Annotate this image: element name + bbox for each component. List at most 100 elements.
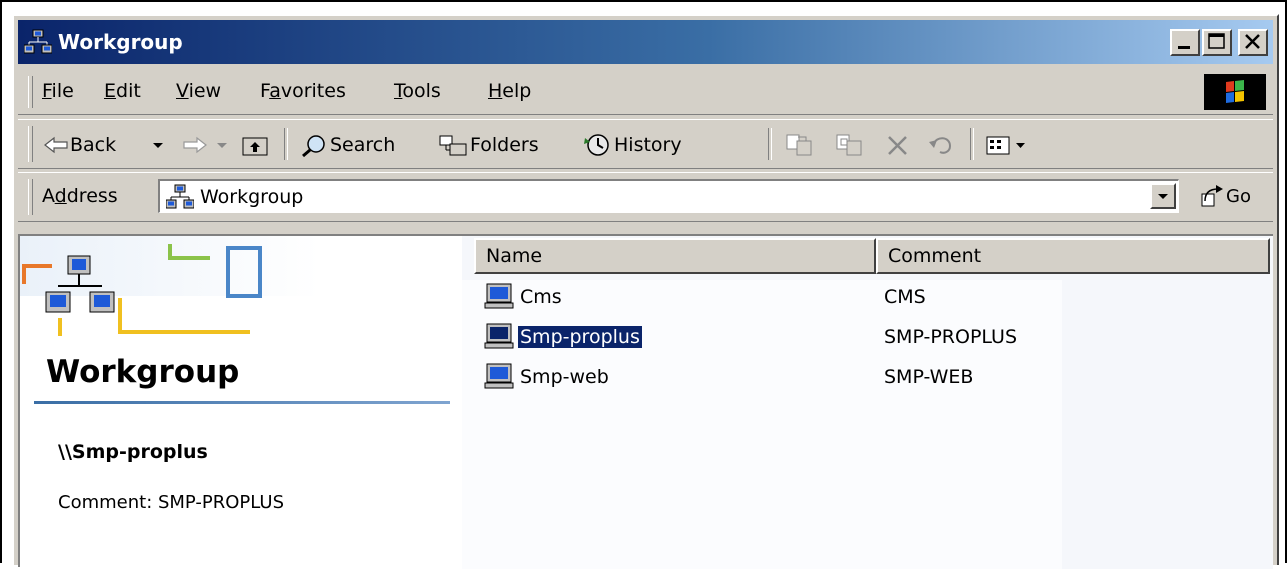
item-comment: SMP-PROPLUS <box>884 326 1018 348</box>
address-label-accel: d <box>54 185 67 207</box>
folder-title: Workgroup <box>46 354 240 390</box>
column-header-comment[interactable]: Comment <box>876 238 1270 274</box>
go-button[interactable]: Go <box>1196 183 1251 209</box>
close-icon <box>1245 34 1260 49</box>
maximize-icon <box>1208 33 1225 49</box>
menu-file[interactable]: File <box>42 80 74 102</box>
back-label: Back <box>70 134 117 156</box>
address-bar: Address Workgroup Go <box>18 172 1273 222</box>
menu-help[interactable]: Help <box>488 80 531 102</box>
selected-item-path: \\Smp-proplus <box>58 441 208 463</box>
toolbar-separator <box>768 128 772 160</box>
explorer-window: Workgroup File Edit View Favorites Tools… <box>12 14 1279 569</box>
menu-file-label: ile <box>51 80 74 102</box>
standard-toolbar: Back Search Folders History <box>18 119 1273 169</box>
file-list[interactable]: Name Comment Cms CMS Smp-proplus SMP-PRO… <box>462 236 1273 569</box>
network-workgroup-icon <box>166 184 194 209</box>
menu-edit-label: dit <box>116 80 141 102</box>
folder-up-icon <box>242 137 268 156</box>
history-button[interactable]: History <box>582 130 682 160</box>
menu-edit-accel: E <box>104 80 117 102</box>
menu-help-accel: H <box>488 80 503 102</box>
move-to-icon <box>786 134 812 156</box>
search-button[interactable]: Search <box>300 130 395 160</box>
views-button[interactable] <box>984 130 1028 160</box>
history-clock-icon <box>584 134 609 156</box>
list-item-selected[interactable]: Smp-proplus SMP-PROPLUS <box>484 320 1264 356</box>
folders-icon <box>439 135 467 156</box>
item-comment: CMS <box>884 286 926 308</box>
toolbar-grip[interactable] <box>28 126 33 162</box>
menu-bar-grip[interactable] <box>28 76 33 108</box>
address-label: Address <box>42 185 118 207</box>
item-name: Smp-web <box>520 366 609 388</box>
chevron-down-icon <box>1158 194 1168 199</box>
column-header-name[interactable]: Name <box>474 238 876 274</box>
undo-icon <box>929 137 952 154</box>
computer-icon <box>484 283 514 309</box>
folders-label: Folders <box>470 134 539 156</box>
screenshot-frame: Workgroup File Edit View Favorites Tools… <box>0 0 1287 569</box>
back-dropdown[interactable] <box>150 130 166 160</box>
menu-favorites-accel: a <box>269 80 281 102</box>
list-item[interactable]: Cms CMS <box>484 280 1264 316</box>
forward-button[interactable] <box>180 130 210 160</box>
computer-icon <box>484 363 514 389</box>
chevron-down-icon <box>217 143 227 148</box>
title-bar[interactable]: Workgroup <box>18 20 1273 64</box>
menu-tools[interactable]: Tools <box>394 80 441 102</box>
menu-edit[interactable]: Edit <box>104 80 141 102</box>
selected-path-name: Smp-proplus <box>71 441 208 463</box>
menu-favorites-pre: F <box>260 80 270 102</box>
address-bar-grip[interactable] <box>28 179 33 215</box>
chevron-down-icon <box>153 143 163 148</box>
menu-view[interactable]: View <box>176 80 221 102</box>
forward-arrow-icon <box>183 136 207 154</box>
up-folder-button[interactable] <box>240 130 270 160</box>
folders-button[interactable]: Folders <box>438 130 539 160</box>
search-label: Search <box>330 134 396 156</box>
minimize-icon <box>1178 46 1190 49</box>
details-pane: Workgroup \\Smp-proplus Comment: SMP-PRO… <box>20 236 460 569</box>
windows-logo <box>1204 74 1266 110</box>
delete-button[interactable] <box>884 130 912 160</box>
close-button[interactable] <box>1238 29 1268 56</box>
forward-dropdown[interactable] <box>214 130 230 160</box>
maximize-button[interactable] <box>1202 29 1232 56</box>
minimize-button[interactable] <box>1170 29 1200 56</box>
move-to-button[interactable] <box>784 130 816 160</box>
address-label-rest: dress <box>66 185 118 207</box>
menu-favorites-label: vorites <box>280 80 346 102</box>
copy-to-button[interactable] <box>834 130 866 160</box>
address-dropdown-button[interactable] <box>1150 183 1176 209</box>
item-name: Cms <box>520 286 562 308</box>
menu-file-accel: F <box>42 80 52 102</box>
item-name: Smp-proplus <box>518 326 642 348</box>
history-label: History <box>614 134 682 156</box>
workgroup-banner-graphic <box>20 236 320 336</box>
selected-path-prefix: \\ <box>58 441 72 463</box>
selected-item-comment: Comment: SMP-PROPLUS <box>58 492 285 513</box>
chevron-down-icon <box>1016 143 1025 148</box>
search-icon <box>302 135 325 158</box>
list-item[interactable]: Smp-web SMP-WEB <box>484 360 1264 396</box>
delete-x-icon <box>888 136 907 155</box>
menu-view-label: iew <box>188 80 222 102</box>
menu-favorites[interactable]: Favorites <box>260 80 346 102</box>
back-arrow-icon <box>44 136 68 154</box>
item-comment: SMP-WEB <box>884 366 974 388</box>
undo-button[interactable] <box>926 130 956 160</box>
address-input[interactable]: Workgroup <box>158 179 1179 213</box>
window-title: Workgroup <box>58 30 183 54</box>
windows-flag-icon <box>1226 80 1244 103</box>
computer-icon <box>484 323 514 349</box>
menu-view-accel: V <box>176 80 189 102</box>
toolbar-separator <box>970 128 974 160</box>
go-arrow-icon <box>1201 185 1223 207</box>
back-button[interactable]: Back <box>42 130 116 160</box>
menu-bar: File Edit View Favorites Tools Help <box>18 70 1273 115</box>
views-grid-icon <box>986 136 1010 155</box>
address-value: Workgroup <box>200 186 304 208</box>
network-workgroup-icon <box>24 29 52 54</box>
title-divider <box>34 401 450 404</box>
